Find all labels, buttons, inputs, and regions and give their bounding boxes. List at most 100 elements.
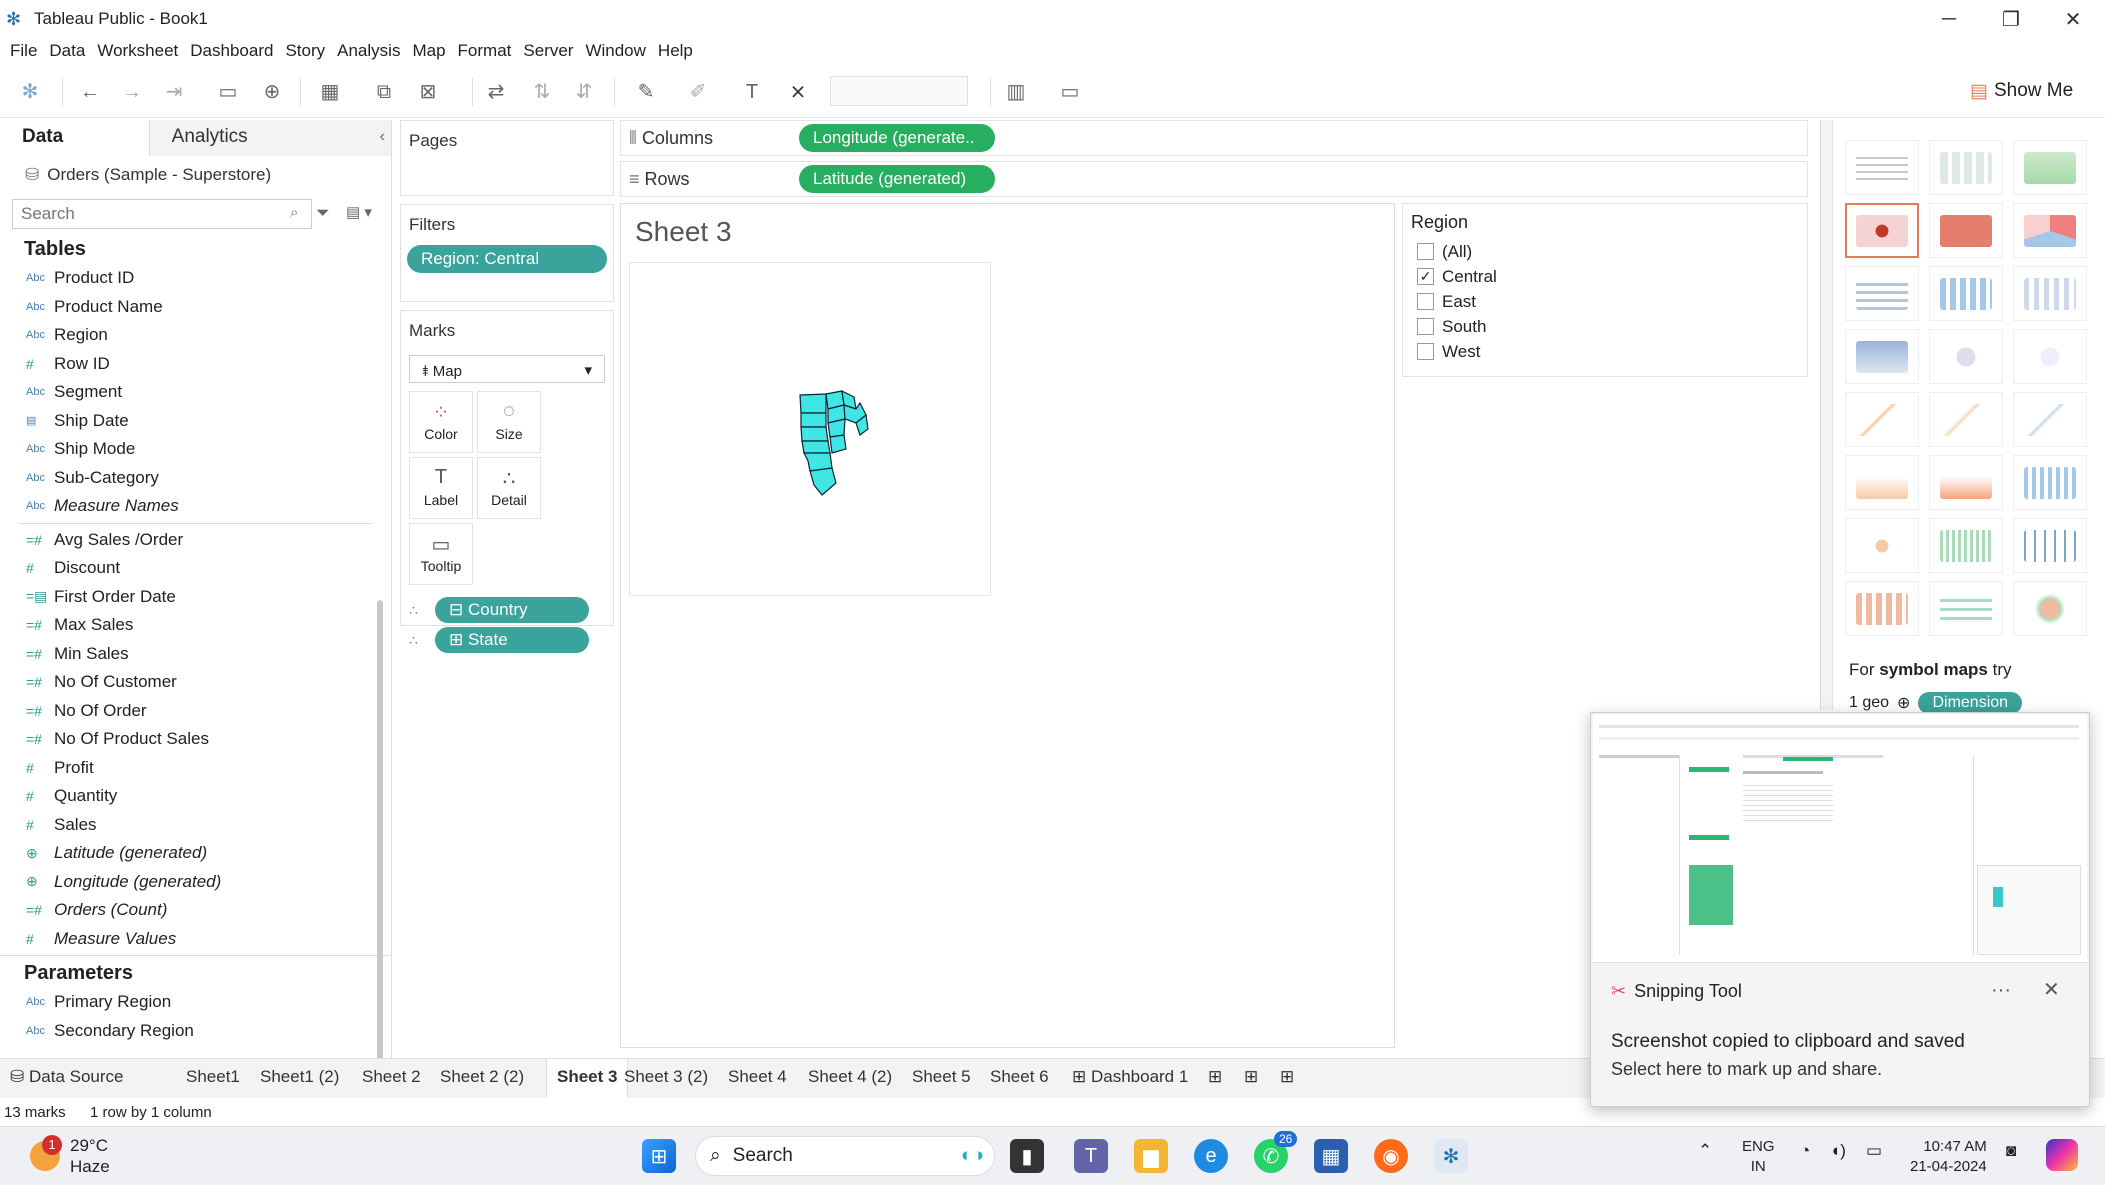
view-options-icon[interactable]: ▤ ▾ xyxy=(346,203,372,221)
sheet-tab-sheet-5[interactable]: Sheet 5 xyxy=(912,1067,971,1087)
show-me-chart-19[interactable] xyxy=(1845,518,1919,573)
presentation-icon[interactable]: ▭ xyxy=(1058,80,1082,104)
fit-icon[interactable]: ▥ xyxy=(1004,80,1028,104)
menu-window[interactable]: Window xyxy=(585,41,645,61)
field-sales[interactable]: # Sales xyxy=(0,811,391,840)
pages-card[interactable]: Pages xyxy=(400,120,614,196)
show-me-chart-2[interactable] xyxy=(1929,140,2003,195)
marks-detail-button[interactable]: ∴ Detail xyxy=(477,457,541,519)
group-icon[interactable]: ✐ xyxy=(686,80,710,104)
region-option-west[interactable]: West xyxy=(1411,339,1799,364)
show-me-chart-6[interactable] xyxy=(2013,203,2087,258)
show-me-chart-12[interactable] xyxy=(2013,329,2087,384)
checkbox-unchecked[interactable] xyxy=(1417,343,1434,360)
tab-data[interactable]: Data xyxy=(0,120,150,156)
new-dashboard-icon[interactable]: ⊞ xyxy=(1244,1067,1258,1087)
show-me-chart-11[interactable] xyxy=(1929,329,2003,384)
field-region[interactable]: Abc Region xyxy=(0,321,391,350)
marks-size-button[interactable]: ◌ Size xyxy=(477,391,541,453)
tableau-icon[interactable]: ✻ xyxy=(18,80,42,104)
show-me-chart-18[interactable] xyxy=(2013,455,2087,510)
sheet-tab-sheet-6[interactable]: Sheet 6 xyxy=(990,1067,1049,1087)
menu-format[interactable]: Format xyxy=(458,41,512,61)
teams-icon[interactable]: T xyxy=(1074,1139,1108,1173)
firefox-icon[interactable]: ◉ xyxy=(1374,1139,1408,1173)
new-worksheet-icon[interactable]: ⊞ xyxy=(1208,1067,1222,1087)
field-no-of-customer[interactable]: =# No Of Customer xyxy=(0,668,391,697)
field-longitude-generated[interactable]: ⊕ Longitude (generated) xyxy=(0,868,391,897)
sheet-tab-dashboard-1[interactable]: ⊞ Dashboard 1 xyxy=(1072,1067,1188,1087)
sheet-tab-sheet-4-2[interactable]: Sheet 4 (2) xyxy=(808,1067,892,1087)
region-option-all[interactable]: (All) xyxy=(1411,239,1799,264)
show-me-chart-22[interactable] xyxy=(1845,581,1919,636)
field-row-id[interactable]: # Row ID xyxy=(0,350,391,379)
menu-analysis[interactable]: Analysis xyxy=(337,41,400,61)
weather-widget[interactable]: 1 29°C Haze xyxy=(30,1135,110,1177)
show-me-button[interactable]: ▤ Show Me xyxy=(1970,74,2094,108)
field-no-of-product-sales[interactable]: =# No Of Product Sales xyxy=(0,725,391,754)
field-sub-category[interactable]: Abc Sub-Category xyxy=(0,464,391,493)
sort-descending-icon[interactable]: ⇵ xyxy=(572,80,596,104)
chevron-up-icon[interactable]: ⌃ xyxy=(1698,1141,1712,1161)
field-ship-date[interactable]: ▤ Ship Date xyxy=(0,407,391,436)
menu-server[interactable]: Server xyxy=(523,41,573,61)
checkbox-unchecked[interactable] xyxy=(1417,243,1434,260)
menu-worksheet[interactable]: Worksheet xyxy=(97,41,178,61)
sheet-tab-sheet-2-2[interactable]: Sheet 2 (2) xyxy=(440,1067,524,1087)
columns-shelf[interactable]: ⦀ Columns Longitude (generate.. xyxy=(620,120,1808,156)
show-me-scrollbar[interactable] xyxy=(1821,120,1833,710)
menu-story[interactable]: Story xyxy=(285,41,325,61)
map-view[interactable] xyxy=(629,262,991,596)
snipping-tool-notification[interactable]: ✂ Snipping Tool ··· ✕ Screenshot copied … xyxy=(1590,712,2090,1107)
sheet-tab-sheet-2[interactable]: Sheet 2 xyxy=(362,1067,421,1087)
clear-sheet-icon[interactable]: ⊠ xyxy=(416,80,440,104)
field-product-id[interactable]: Abc Product ID xyxy=(0,264,391,293)
region-option-south[interactable]: South xyxy=(1411,314,1799,339)
marks-pill-country[interactable]: ⊟ Country xyxy=(435,597,589,623)
new-story-icon[interactable]: ⊞ xyxy=(1280,1067,1294,1087)
field-avg-sales-order[interactable]: =# Avg Sales /Order xyxy=(0,526,391,555)
checkbox-unchecked[interactable] xyxy=(1417,293,1434,310)
show-me-chart-23[interactable] xyxy=(1929,581,2003,636)
data-pane-scrollbar[interactable] xyxy=(377,600,383,1060)
show-me-chart-15[interactable] xyxy=(2013,392,2087,447)
show-me-chart-9[interactable] xyxy=(2013,266,2087,321)
marks-color-button[interactable]: ⁘ Color xyxy=(409,391,473,453)
field-segment[interactable]: Abc Segment xyxy=(0,378,391,407)
filter-icon[interactable]: ⏷ xyxy=(316,203,330,223)
filter-pill-region[interactable]: Region: Central xyxy=(407,245,607,273)
duplicate-sheet-icon[interactable]: ⧉ xyxy=(372,80,396,104)
show-me-chart-8[interactable] xyxy=(1929,266,2003,321)
field-ship-mode[interactable]: Abc Ship Mode xyxy=(0,435,391,464)
datasource-item[interactable]: ⛁ Orders (Sample - Superstore) xyxy=(0,156,391,194)
redo-icon[interactable]: → xyxy=(120,80,144,104)
notification-icon[interactable]: ◙ xyxy=(2006,1141,2016,1161)
sheet-tab-sheet-3-2[interactable]: Sheet 3 (2) xyxy=(624,1067,708,1087)
field-discount[interactable]: # Discount xyxy=(0,554,391,583)
filters-card[interactable]: Filters Region: Central xyxy=(400,204,614,302)
field-quantity[interactable]: # Quantity xyxy=(0,782,391,811)
show-me-chart-16[interactable] xyxy=(1845,455,1919,510)
show-me-chart-14[interactable] xyxy=(1929,392,2003,447)
field-no-of-order[interactable]: =# No Of Order xyxy=(0,697,391,726)
field-primary-region[interactable]: Abc Primary Region xyxy=(0,988,391,1017)
highlight-icon[interactable]: ✎ xyxy=(634,80,658,104)
field-product-name[interactable]: Abc Product Name xyxy=(0,293,391,322)
screenshot-thumbnail[interactable] xyxy=(1593,715,2087,963)
close-icon[interactable]: ✕ xyxy=(2043,977,2060,1002)
show-labels-icon[interactable]: T xyxy=(740,80,764,104)
rows-shelf[interactable]: ≡ Rows Latitude (generated) xyxy=(620,161,1808,197)
new-worksheet-icon[interactable]: ▦ xyxy=(318,80,342,104)
sheet-tab-sheet1[interactable]: Sheet1 xyxy=(186,1067,240,1087)
rows-pill[interactable]: Latitude (generated) xyxy=(799,165,995,193)
new-datasource-icon[interactable]: ⊕ xyxy=(260,80,284,104)
fix-axes-icon[interactable]: ⨯ xyxy=(786,80,810,104)
language-indicator[interactable]: ENG IN xyxy=(1742,1137,1775,1177)
field-max-sales[interactable]: =# Max Sales xyxy=(0,611,391,640)
menu-map[interactable]: Map xyxy=(412,41,445,61)
checkbox-checked[interactable]: ✓ xyxy=(1417,268,1434,285)
restore-button[interactable]: ❐ xyxy=(1980,0,2042,38)
show-me-chart-5[interactable] xyxy=(1929,203,2003,258)
menu-dashboard[interactable]: Dashboard xyxy=(190,41,273,61)
menu-data[interactable]: Data xyxy=(49,41,85,61)
